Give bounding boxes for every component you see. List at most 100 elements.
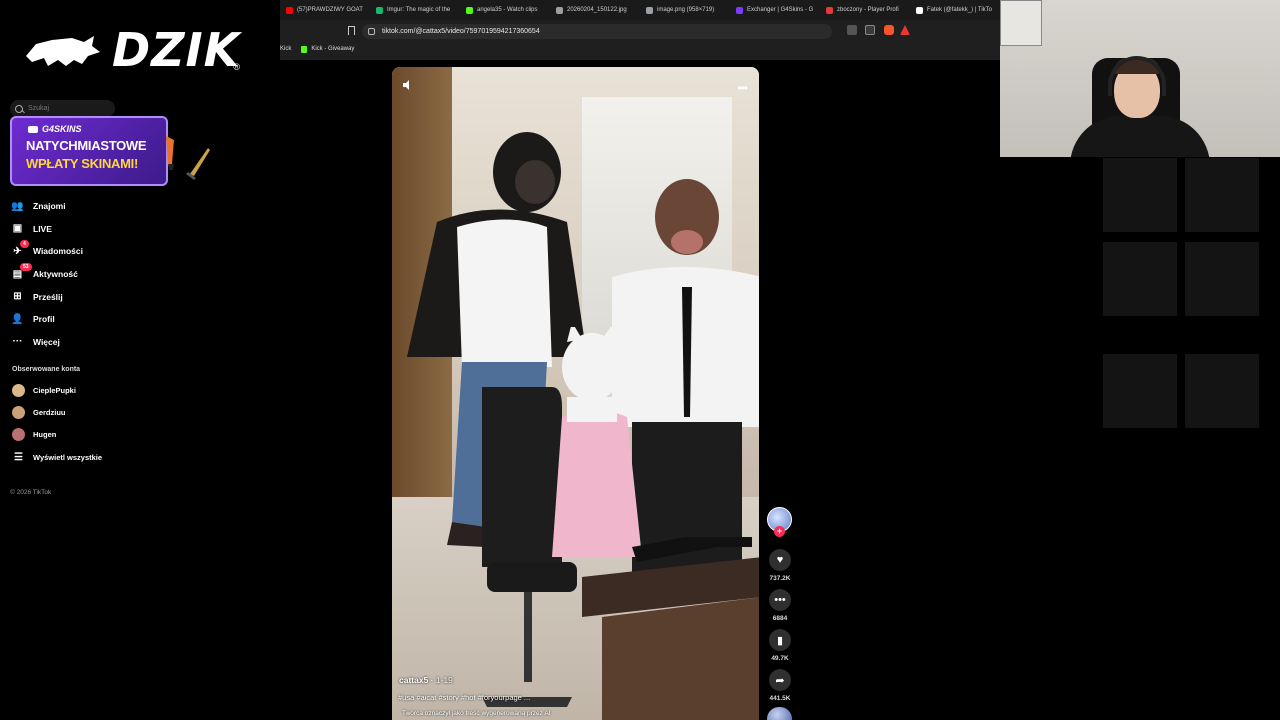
follow-plus-icon[interactable]: + (774, 526, 785, 537)
browser-tab[interactable]: Imgur: The magic of the (370, 0, 460, 20)
like-button[interactable]: ♥ 737.2K (768, 549, 792, 582)
logo-registered: ® (233, 62, 240, 72)
followed-accounts-title: Obserwowane konta (12, 366, 81, 373)
video-age: 1-19 (435, 675, 453, 685)
tab-title: Imgur: The magic of the (387, 7, 451, 13)
webcam-person-body (1070, 116, 1210, 157)
sidebar-nav: 👥 Znajomi ▣ LIVE ✈ 4 Wiadomości ▤ 53 Aktywność ⊞ Pr… (11, 195, 161, 353)
more-options-icon[interactable]: ••• (737, 81, 748, 95)
tab-favicon-icon (466, 6, 473, 14)
tab-favicon-icon (376, 6, 383, 14)
tab-favicon-icon (826, 6, 833, 14)
g4skins-promo-banner[interactable]: G4SKINS NATYCHMIASTOWE WPŁATY SKINAMI! (10, 116, 210, 188)
ai-generated-notice: Twórca oznaczył jako treść wygenerowaną … (402, 710, 551, 717)
webcam-overlay (1000, 0, 1280, 157)
notification-badge: 53 (20, 262, 32, 271)
tab-title: zboczony - Player Profi (837, 7, 899, 13)
share-icon[interactable] (865, 25, 875, 35)
sidebar-item-wiadomo-ci[interactable]: ✈ 4 Wiadomości (11, 240, 161, 263)
sidebar-item-aktywno-[interactable]: ▤ 53 Aktywność (11, 262, 161, 286)
profile-icon: 👤 (11, 313, 24, 325)
grid-cell[interactable] (1103, 354, 1177, 428)
tab-title: image.png (958×719) (657, 7, 715, 13)
sidebar-item-label: Wiadomości (33, 246, 83, 257)
show-all-followed-link[interactable]: ☰ Wyświetl wszystkie (12, 451, 162, 464)
sidebar-item-label: Aktywność (33, 269, 78, 280)
browser-tab[interactable]: angela35 - Watch clips (460, 0, 550, 20)
boar-logo-icon (26, 36, 100, 66)
translate-icon[interactable] (847, 25, 857, 35)
share-arrow-icon: ➦ (769, 669, 791, 691)
sidebar-item-label: Prześlij (33, 291, 63, 302)
heart-icon: ♥ (769, 549, 791, 571)
tab-title: Exchanger | G4Skins - G (747, 7, 814, 13)
avatar (12, 384, 25, 397)
sidebar-item-znajomi[interactable]: 👥 Znajomi (11, 195, 161, 218)
logo-text: DZIK (112, 23, 241, 77)
tab-favicon-icon (556, 6, 563, 14)
tab-favicon-icon (646, 6, 653, 14)
avatar (12, 428, 25, 441)
video-player[interactable]: ••• cattax5 · 1-19 #usa #aicat #story #h… (392, 67, 759, 720)
promo-brand: G4SKINS (28, 124, 82, 134)
search-placeholder: Szukaj (28, 105, 50, 112)
tab-favicon-icon (916, 6, 923, 14)
followed-account[interactable]: CieplePupki (12, 384, 162, 397)
bookmark-star-icon[interactable] (348, 26, 355, 35)
promo-line-1: NATYCHMIASTOWE (26, 138, 147, 153)
grid-cell[interactable] (1185, 354, 1259, 428)
browser-tab[interactable]: Exchanger | G4Skins - G (730, 0, 820, 20)
sidebar-item-live[interactable]: ▣ LIVE (11, 218, 161, 241)
followed-account[interactable]: Hugen (12, 428, 162, 441)
search-icon (15, 104, 23, 113)
grid-cell[interactable] (1103, 158, 1177, 232)
knife-icon (166, 136, 210, 180)
mute-icon[interactable] (402, 79, 414, 91)
followed-account-name: CieplePupki (33, 386, 76, 395)
show-all-label: Wyświetl wszystkie (33, 453, 103, 462)
tab-title: (57)PRAWDZIWY GOAT (297, 7, 363, 13)
office-desk (582, 537, 759, 720)
followed-account-name: Hugen (33, 430, 57, 439)
save-button[interactable]: ▮ 49.7K (768, 629, 792, 662)
browser-tab[interactable]: (57)PRAWDZIWY GOAT (280, 0, 370, 20)
list-icon: ☰ (14, 452, 23, 463)
browser-tab[interactable]: zboczony - Player Profi (820, 0, 910, 20)
address-bar[interactable]: tiktok.com/@cattax5/video/75970195942173… (362, 24, 832, 39)
music-disc-avatar[interactable] (767, 707, 792, 720)
video-thumbnail-grid (1103, 158, 1261, 458)
upload-icon: ⊞ (13, 291, 22, 303)
copyright: © 2026 TikTok (10, 489, 52, 496)
share-button[interactable]: ➦ 441.5K (768, 669, 792, 702)
grid-cell[interactable] (1185, 242, 1259, 316)
save-count: 49.7K (771, 655, 789, 662)
grid-cell[interactable] (1185, 158, 1259, 232)
comment-icon: ••• (769, 589, 791, 611)
browser-tab[interactable]: Fatek (@fatekk_) | TikTo (910, 0, 1000, 20)
bookmark-kick[interactable]: Kick (280, 46, 291, 52)
bookmarks-bar: Kick Kick - Giveaway (280, 42, 1001, 56)
brave-shield-icon[interactable] (884, 25, 894, 35)
sidebar-item-wi-cej[interactable]: ··· Więcej (11, 331, 161, 354)
followed-account[interactable]: Gerdziuu (12, 406, 162, 419)
video-author[interactable]: cattax5 · 1-19 (399, 675, 453, 685)
followed-account-name: Gerdziuu (33, 408, 66, 417)
browser-tab[interactable]: 20260204_150122.jpg (550, 0, 640, 20)
tab-title: 20260204_150122.jpg (567, 7, 627, 13)
sidebar-item-prze-lij[interactable]: ⊞ Prześlij (11, 285, 161, 308)
tab-title: Fatek (@fatekk_) | TikTo (927, 7, 993, 13)
sidebar-item-label: Znajomi (33, 201, 66, 212)
address-url: tiktok.com/@cattax5/video/75970195942173… (382, 28, 540, 35)
search-input[interactable]: Szukaj (10, 100, 115, 117)
site-info-icon[interactable] (368, 28, 375, 35)
grid-cell[interactable] (1103, 242, 1177, 316)
tab-favicon-icon (736, 6, 743, 14)
comment-button[interactable]: ••• 6884 (768, 589, 792, 622)
sidebar-item-profil[interactable]: 👤 Profil (11, 308, 161, 331)
dzik-logo: DZIK ® (22, 22, 262, 78)
browser-tab[interactable]: image.png (958×719) (640, 0, 730, 20)
browser-window: (57)PRAWDZIWY GOAT Imgur: The magic of th… (280, 0, 1001, 60)
friends-icon: 👥 (11, 200, 24, 212)
kick-icon (301, 45, 308, 53)
bookmark-kick-giveaway[interactable]: Kick - Giveaway (301, 45, 354, 53)
